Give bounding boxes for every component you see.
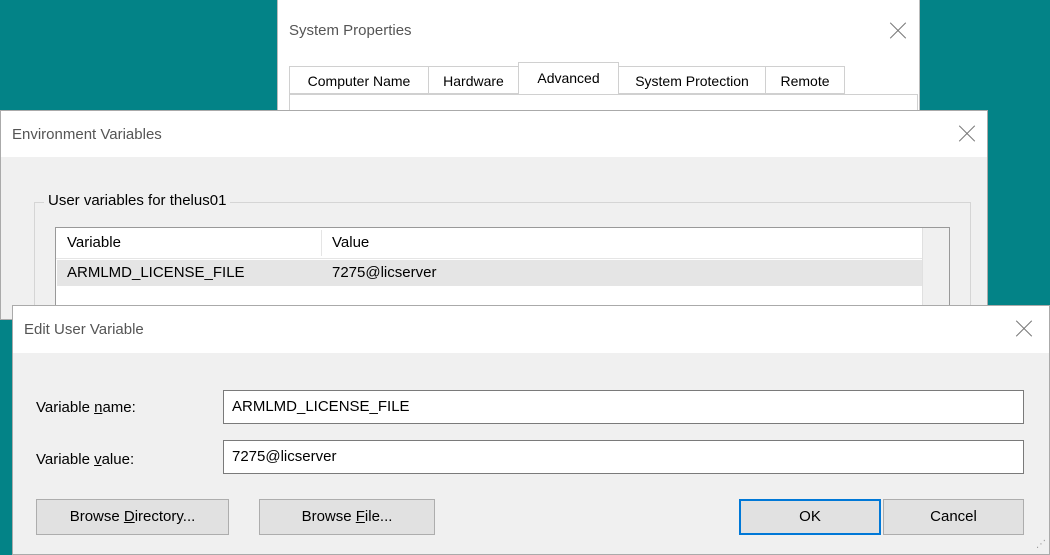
tab-computer-name[interactable]: Computer Name: [289, 66, 429, 94]
row-value: 7275@licserver: [332, 264, 437, 281]
tab-advanced[interactable]: Advanced: [518, 62, 619, 94]
column-divider[interactable]: [321, 230, 322, 256]
tab-hardware[interactable]: Hardware: [428, 66, 519, 94]
close-icon[interactable]: [958, 125, 976, 143]
browse-file-button[interactable]: Browse File...: [259, 499, 435, 535]
column-header-value[interactable]: Value: [332, 228, 369, 258]
ok-button[interactable]: OK: [739, 499, 881, 535]
variable-value-label: Variable value:: [36, 451, 135, 468]
variable-name-input[interactable]: ARMLMD_LICENSE_FILE: [223, 390, 1024, 424]
list-header: Variable Value: [56, 228, 923, 259]
column-header-variable[interactable]: Variable: [67, 228, 121, 258]
cancel-button[interactable]: Cancel: [883, 499, 1024, 535]
environment-variables-window: Environment Variables User variables for…: [0, 110, 988, 334]
environment-variables-titlebar[interactable]: Environment Variables: [1, 111, 987, 157]
environment-variables-title: Environment Variables: [12, 126, 162, 143]
edit-user-variable-title: Edit User Variable: [24, 321, 144, 338]
system-properties-titlebar[interactable]: System Properties: [278, 0, 919, 62]
variable-value-input[interactable]: 7275@licserver: [223, 440, 1024, 474]
resize-grip-icon[interactable]: ⋰: [1036, 540, 1046, 550]
tab-system-protection[interactable]: System Protection: [618, 66, 766, 94]
edit-user-variable-titlebar[interactable]: Edit User Variable: [13, 306, 1049, 353]
row-variable: ARMLMD_LICENSE_FILE: [67, 264, 245, 281]
variable-name-label: Variable name:: [36, 399, 136, 416]
user-variables-group-label: User variables for thelus01: [44, 192, 231, 209]
browse-directory-button[interactable]: Browse Directory...: [36, 499, 229, 535]
tab-remote[interactable]: Remote: [765, 66, 845, 94]
edit-user-variable-dialog: Edit User Variable Variable name: ARMLMD…: [12, 305, 1050, 555]
system-properties-title: System Properties: [289, 22, 412, 39]
close-icon[interactable]: [1015, 320, 1033, 338]
table-row[interactable]: ARMLMD_LICENSE_FILE 7275@licserver: [57, 260, 922, 286]
close-icon[interactable]: [889, 22, 907, 40]
